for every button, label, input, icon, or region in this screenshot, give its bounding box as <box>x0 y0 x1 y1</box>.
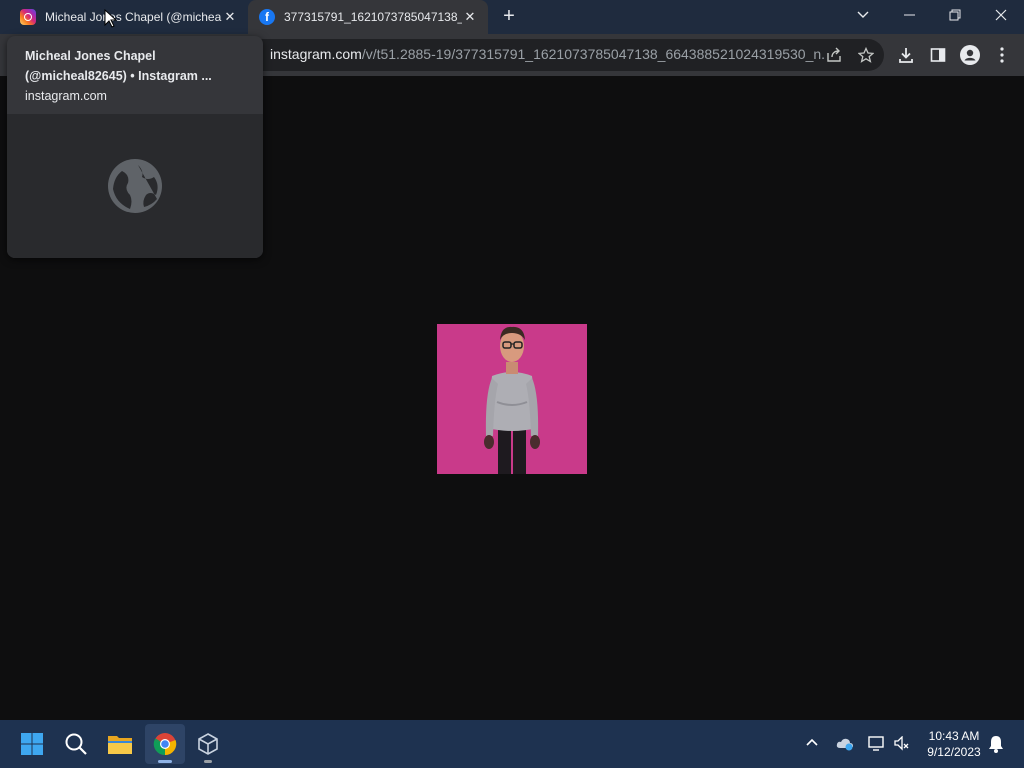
side-panel-button[interactable] <box>926 43 950 67</box>
bookmark-button[interactable] <box>854 43 878 67</box>
chrome-icon <box>153 733 177 756</box>
onedrive-icon <box>836 738 853 751</box>
bell-icon <box>989 736 1003 753</box>
address-url[interactable]: instagram.com/v/t51.2885-19/377315791_16… <box>270 46 826 62</box>
tab-hover-card: Micheal Jones Chapel (@micheal82645) • I… <box>7 36 263 258</box>
start-button[interactable] <box>12 724 52 764</box>
running-app-indicator <box>204 760 212 763</box>
active-app-indicator <box>158 760 172 763</box>
hover-card-preview <box>7 114 263 258</box>
side-panel-icon <box>930 48 946 62</box>
hover-card-title-2: (@micheal82645) • Instagram ... <box>25 69 212 83</box>
onedrive-tray-button[interactable] <box>836 737 854 754</box>
file-explorer-icon <box>108 736 132 754</box>
restore-icon <box>949 9 961 21</box>
url-host: instagram.com <box>270 46 362 62</box>
clock-date: 9/12/2023 <box>927 745 981 759</box>
taskbar-search-button[interactable] <box>56 724 96 764</box>
tab-search-button[interactable] <box>840 0 886 30</box>
file-explorer-button[interactable] <box>100 724 140 764</box>
downloads-button[interactable] <box>894 43 918 67</box>
menu-button[interactable] <box>990 43 1014 67</box>
tab-close-icon[interactable]: ✕ <box>462 9 478 25</box>
tab-strip: Micheal Jones Chapel (@micheal ✕ f 37731… <box>0 0 1024 34</box>
chrome-taskbar-button[interactable] <box>145 724 185 764</box>
search-icon <box>65 733 87 755</box>
tray-overflow-button[interactable] <box>806 734 818 749</box>
url-path: /v/t51.2885-19/377315791_162107378504713… <box>361 46 826 62</box>
network-icon <box>868 736 884 751</box>
share-icon <box>827 47 841 62</box>
minimize-icon <box>903 14 915 16</box>
profile-icon <box>960 45 980 65</box>
chevron-up-icon <box>806 738 818 746</box>
facebook-favicon-icon: f <box>259 9 275 25</box>
minimize-button[interactable] <box>886 0 932 30</box>
avatar-figure <box>437 324 587 474</box>
star-icon <box>858 47 874 63</box>
tab-instagram-profile[interactable]: Micheal Jones Chapel (@micheal ✕ <box>0 0 248 34</box>
taskbar-clock[interactable]: 10:43 AM 9/12/2023 <box>912 728 996 760</box>
globe-icon <box>108 159 162 213</box>
close-window-button[interactable] <box>978 0 1024 30</box>
mouse-cursor-icon <box>104 9 118 28</box>
new-tab-button[interactable]: + <box>498 5 520 27</box>
tab-title: 377315791_1621073785047138_6 <box>284 10 462 24</box>
taskbar: 10:43 AM 9/12/2023 <box>0 720 1024 768</box>
volume-muted-icon <box>894 735 909 751</box>
instagram-favicon-icon <box>20 9 36 25</box>
volume-tray-button[interactable] <box>894 735 910 755</box>
virtualbox-taskbar-button[interactable] <box>188 724 228 764</box>
tab-title: Micheal Jones Chapel (@micheal <box>45 10 222 24</box>
share-button[interactable] <box>822 43 846 67</box>
more-vert-icon <box>1000 47 1004 63</box>
restore-button[interactable] <box>932 0 978 30</box>
clock-time: 10:43 AM <box>928 729 980 743</box>
tab-image-url[interactable]: f 377315791_1621073785047138_6 ✕ <box>248 0 488 34</box>
network-tray-button[interactable] <box>868 736 886 755</box>
hover-card-domain: instagram.com <box>25 89 107 103</box>
profile-image[interactable] <box>437 324 587 474</box>
chevron-down-icon <box>857 11 869 18</box>
hover-card-title: Micheal Jones Chapel <box>25 49 156 63</box>
virtualbox-icon <box>198 733 218 755</box>
notifications-button[interactable] <box>988 735 1004 756</box>
tab-close-icon[interactable]: ✕ <box>222 9 238 25</box>
windows-start-icon <box>21 733 43 755</box>
download-icon <box>899 48 913 63</box>
close-icon <box>995 9 1007 21</box>
profile-button[interactable] <box>958 43 982 67</box>
